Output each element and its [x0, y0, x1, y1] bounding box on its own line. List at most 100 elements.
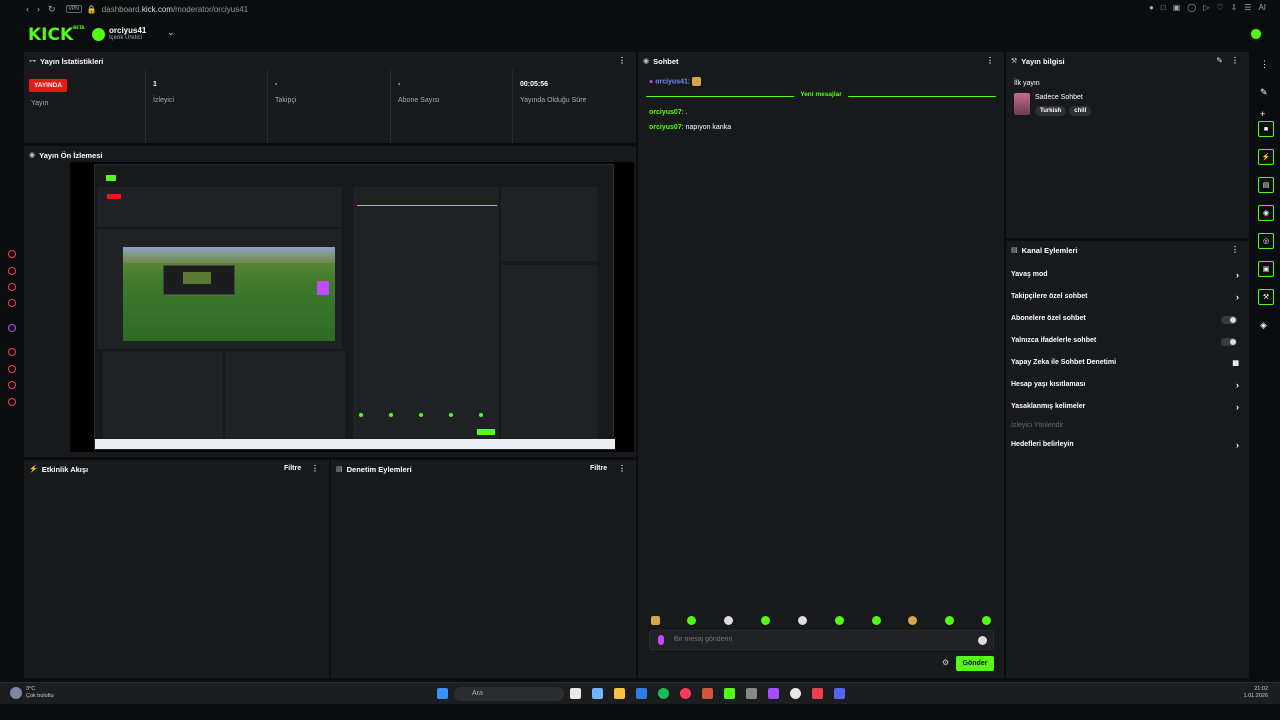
- emote-icon[interactable]: [908, 616, 917, 625]
- action-subscribers-only[interactable]: Abonelere özel sohbet: [1011, 315, 1239, 329]
- chevron-down-icon[interactable]: ⌄: [167, 27, 175, 38]
- vpn-badge[interactable]: VPN: [65, 5, 82, 13]
- start-icon[interactable]: [437, 688, 448, 699]
- rail-button-mod[interactable]: ■: [1258, 121, 1274, 137]
- action-followers-only[interactable]: Takipçilere özel sohbet ›: [1011, 292, 1239, 307]
- rail-button-bolt[interactable]: ⚡: [1258, 149, 1274, 165]
- category-name[interactable]: Sadece Sohbet: [1035, 94, 1083, 101]
- filter-button[interactable]: Filtre: [590, 465, 607, 472]
- rail-icon[interactable]: [8, 398, 16, 406]
- rail-button-chat[interactable]: ◉: [1258, 205, 1274, 221]
- opera-icon[interactable]: [680, 688, 691, 699]
- mic-icon[interactable]: [658, 635, 664, 645]
- edit-icon[interactable]: ✎: [1260, 87, 1268, 98]
- download-icon[interactable]: ⇩: [1231, 3, 1238, 12]
- tag[interactable]: Turkish: [1035, 106, 1067, 116]
- action-emotes-only[interactable]: Yalnızca ifadelerle sohbet: [1011, 337, 1239, 351]
- task-view-icon[interactable]: [570, 688, 581, 699]
- more-icon[interactable]: ⋮: [1231, 56, 1239, 65]
- emote-icon[interactable]: [687, 616, 696, 625]
- send-button[interactable]: Gönder: [956, 656, 994, 671]
- taskbar-search[interactable]: Ara: [454, 687, 564, 701]
- rail-button-broadcast[interactable]: ◎: [1258, 233, 1274, 249]
- emote-icon[interactable]: [798, 616, 807, 625]
- spotify-icon[interactable]: [658, 688, 669, 699]
- chat-username[interactable]: orciyus07: [649, 124, 682, 131]
- rail-icon[interactable]: [8, 267, 16, 275]
- emote-icon[interactable]: [651, 616, 660, 625]
- reload-icon[interactable]: ↻: [48, 4, 56, 15]
- emote-icon[interactable]: [872, 616, 881, 625]
- gear-icon[interactable]: ⚙: [942, 658, 949, 667]
- camera-icon[interactable]: ▣: [1173, 3, 1181, 12]
- rail-button-info[interactable]: ▣: [1258, 261, 1274, 277]
- emote-icon[interactable]: [835, 616, 844, 625]
- rail-button-wrench[interactable]: ⚒: [1258, 289, 1274, 305]
- rail-icon[interactable]: [8, 348, 16, 356]
- rail-icon[interactable]: [8, 283, 16, 291]
- explorer-icon[interactable]: [614, 688, 625, 699]
- rail-icon[interactable]: [8, 381, 16, 389]
- channel-name[interactable]: orciyus41: [109, 26, 146, 35]
- more-icon[interactable]: ⋮: [311, 464, 319, 473]
- kick-app-icon[interactable]: [724, 688, 735, 699]
- action-banned-words[interactable]: Yasaklanmış kelimeler ›: [1011, 402, 1239, 417]
- action-account-age[interactable]: Hesap yaşı kısıtlaması ›: [1011, 380, 1239, 395]
- obs-icon[interactable]: [790, 688, 801, 699]
- filter-button[interactable]: Filtre: [284, 465, 301, 472]
- shield-icon[interactable]: ◯: [1187, 3, 1196, 12]
- more-icon[interactable]: ⋮: [618, 56, 626, 65]
- rail-icon[interactable]: [8, 250, 16, 258]
- category-thumbnail[interactable]: [1014, 93, 1030, 115]
- tag[interactable]: chill: [1069, 106, 1092, 116]
- weather-widget[interactable]: 3°C Çok bulutlu: [26, 686, 54, 700]
- copilot-icon[interactable]: [592, 688, 603, 699]
- chat-username[interactable]: orciyus41: [655, 78, 688, 85]
- chat-input[interactable]: [674, 636, 974, 643]
- channel-avatar[interactable]: [92, 28, 105, 41]
- app-icon[interactable]: [812, 688, 823, 699]
- emote-icon[interactable]: [945, 616, 954, 625]
- ai-icon[interactable]: AI: [1258, 3, 1266, 12]
- app-icon[interactable]: [702, 688, 713, 699]
- emote-icon[interactable]: [982, 616, 991, 625]
- plus-icon[interactable]: +: [1260, 109, 1265, 119]
- share-icon[interactable]: ◈: [1260, 320, 1267, 331]
- emote-icon[interactable]: [724, 616, 733, 625]
- more-icon[interactable]: ⋮: [1260, 59, 1269, 70]
- rail-icon[interactable]: [8, 365, 16, 373]
- pin-icon[interactable]: ●: [1149, 3, 1154, 12]
- emote-icon[interactable]: [761, 616, 770, 625]
- extensions-icon[interactable]: ☰: [1244, 3, 1251, 12]
- chat-username[interactable]: orciyus07: [649, 109, 682, 116]
- clock[interactable]: 21:02 1.01.2026: [1244, 686, 1268, 700]
- rail-icon[interactable]: [8, 324, 16, 332]
- new-messages-divider[interactable]: Yeni mesajlar: [646, 91, 996, 98]
- subscribers-only-toggle[interactable]: [1221, 316, 1237, 324]
- rail-icon[interactable]: [8, 299, 16, 307]
- forward-icon[interactable]: ›: [37, 4, 40, 15]
- rail-button-list[interactable]: ▤: [1258, 177, 1274, 193]
- play-icon[interactable]: ▷: [1203, 3, 1209, 12]
- kick-logo[interactable]: KICKBETA: [28, 25, 84, 45]
- action-ai-moderation[interactable]: Yapay Zeka ile Sohbet Denetimi ▦: [1011, 359, 1239, 373]
- address-bar[interactable]: VPN 🔒 dashboard.kick.com/moderator/orciy…: [65, 5, 248, 14]
- emotes-only-toggle[interactable]: [1221, 338, 1237, 346]
- more-icon[interactable]: ⋮: [618, 464, 626, 473]
- action-set-goals[interactable]: Hedefleri belirleyin ›: [1011, 440, 1239, 455]
- app-icon[interactable]: [768, 688, 779, 699]
- weather-icon[interactable]: [10, 687, 22, 699]
- heart-icon[interactable]: ♡: [1216, 3, 1223, 12]
- chat-input-box[interactable]: [649, 630, 994, 650]
- back-icon[interactable]: ‹: [26, 4, 29, 15]
- store-icon[interactable]: [636, 688, 647, 699]
- discord-icon[interactable]: [834, 688, 845, 699]
- more-icon[interactable]: ⋮: [986, 56, 994, 65]
- user-avatar[interactable]: [1249, 27, 1263, 41]
- app-icon[interactable]: [746, 688, 757, 699]
- tab-icon[interactable]: □: [1161, 3, 1166, 12]
- more-icon[interactable]: ⋮: [1231, 245, 1239, 254]
- emoji-icon[interactable]: [978, 636, 987, 645]
- edit-icon[interactable]: ✎: [1216, 56, 1223, 65]
- action-slow-mode[interactable]: Yavaş mod ›: [1011, 270, 1239, 285]
